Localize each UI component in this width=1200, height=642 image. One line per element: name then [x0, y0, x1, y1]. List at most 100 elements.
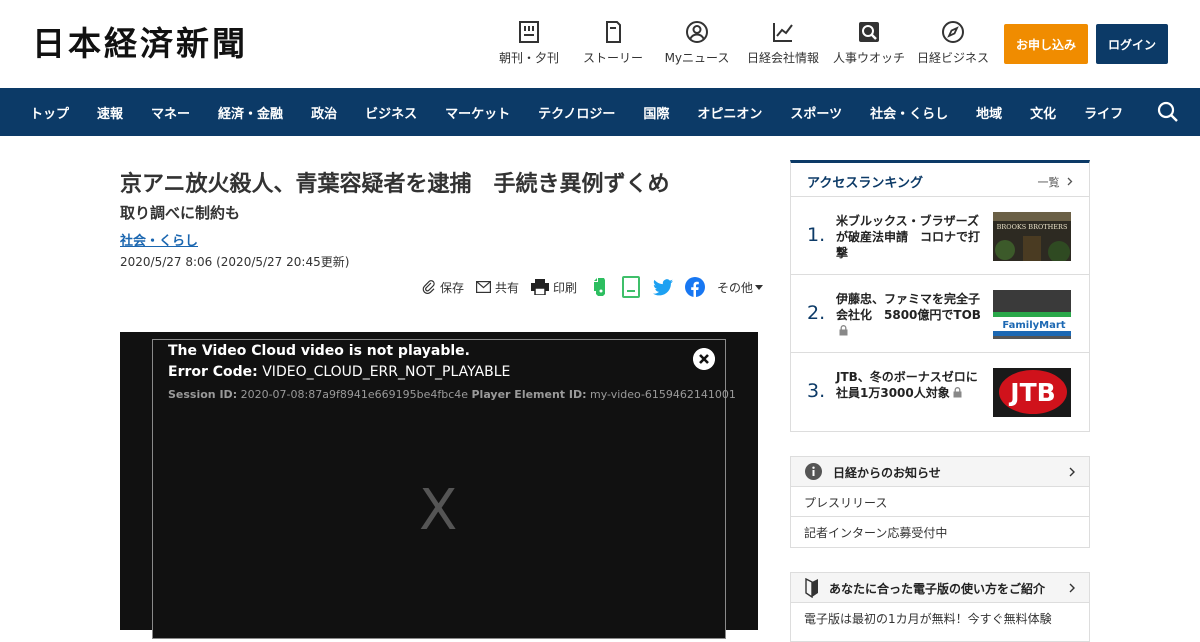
- article-category-link[interactable]: 社会・くらし: [120, 230, 198, 249]
- notice-intern[interactable]: 記者インターン応募受付中: [791, 517, 1089, 547]
- article-headline: 京アニ放火殺人、青葉容疑者を逮捕 手続き異例ずくめ: [120, 172, 670, 197]
- video-player[interactable]: The Video Cloud video is not playable. E…: [120, 332, 758, 639]
- close-icon[interactable]: [693, 348, 715, 370]
- article-subhead: 取り調べに制約も: [120, 204, 241, 222]
- evernote-button[interactable]: [589, 277, 609, 297]
- share-label: 共有: [495, 280, 520, 295]
- video-placeholder-x: X: [419, 478, 458, 543]
- mail-icon: [476, 281, 492, 293]
- newspaper-icon: [519, 21, 539, 43]
- session-id-value: 2020-07-08:87a9f8941e669195be4fbc4e: [237, 388, 472, 401]
- ranking-thumbnail-label: BROOKS BROTHERS: [997, 223, 1068, 231]
- ranking-item[interactable]: 3. JTB、冬のボーナスゼロに 社員1万3000人対象 JTB: [791, 353, 1089, 431]
- header-nav-personnel-watch[interactable]: 人事ウオッチ: [832, 20, 906, 66]
- chevron-right-icon: [1069, 583, 1075, 593]
- info-icon: [805, 463, 822, 480]
- global-nav-item[interactable]: マネー: [137, 103, 204, 122]
- player-id-label: Player Element ID:: [471, 388, 587, 401]
- global-nav: トップ 速報 マネー 経済・金融 政治 ビジネス マーケット テクノロジー 国際 オピニオン スポー…: [0, 88, 1200, 136]
- ranking-text-content: JTB、冬のボーナスゼロに 社員1万3000人対象: [836, 370, 990, 400]
- ranking-number: 1.: [807, 224, 826, 246]
- search-person-icon: [859, 22, 879, 42]
- chevron-right-icon: [1067, 177, 1073, 186]
- global-nav-list: トップ 速報 マネー 経済・金融 政治 ビジネス マーケット テクノロジー 国際 オピニオン スポー…: [0, 88, 1200, 136]
- header-nav-label: 朝刊・夕刊: [498, 51, 559, 65]
- header-nav-nikkei-business[interactable]: 日経ビジネス: [916, 20, 990, 66]
- header-nav: 朝刊・夕刊 ストーリー Myニュース 日経会社情報 人事ウオッチ 日経ビジネス: [492, 20, 1000, 66]
- header-nav-morning-evening[interactable]: 朝刊・夕刊: [492, 20, 566, 66]
- ranking-text: 米ブルックス・ブラザーズが破産法申請 コロナで打撃: [836, 214, 981, 260]
- more-label: その他: [717, 280, 754, 295]
- ranking-item[interactable]: 1. 米ブルックス・ブラザーズが破産法申請 コロナで打撃 BROOKS BROT…: [791, 197, 1089, 275]
- chevron-right-icon: [1069, 467, 1075, 477]
- nikkei-notices: 日経からのお知らせ プレスリリース 記者インターン応募受付中: [790, 456, 1090, 548]
- global-nav-item[interactable]: トップ: [16, 103, 83, 122]
- save-button[interactable]: 保存: [422, 279, 464, 296]
- notebook-button[interactable]: [621, 276, 641, 298]
- beginner-mark-icon: [805, 578, 818, 598]
- article-tools: 保存 共有 印刷 その他: [422, 276, 779, 298]
- ranking-header: アクセスランキング 一覧: [791, 163, 1089, 197]
- global-nav-item[interactable]: 社会・くらし: [856, 103, 962, 122]
- lock-icon: [839, 325, 848, 336]
- video-error-dialog: The Video Cloud video is not playable. E…: [152, 339, 736, 639]
- error-code-value: VIDEO_CLOUD_ERR_NOT_PLAYABLE: [257, 364, 511, 380]
- global-nav-item[interactable]: 文化: [1016, 103, 1070, 122]
- ranking-thumbnail: BROOKS BROTHERS: [993, 212, 1071, 261]
- ranking-text-content: 伊藤忠、ファミマを完全子会社化 5800億円でTOB: [836, 292, 981, 322]
- global-nav-item[interactable]: ビジネス: [351, 103, 431, 122]
- guide-header[interactable]: あなたに合った電子版の使い方をご紹介: [791, 573, 1089, 603]
- video-error-ids: Session ID: 2020-07-08:87a9f8941e669195b…: [168, 388, 736, 401]
- share-button[interactable]: 共有: [476, 279, 519, 296]
- printer-icon: [531, 279, 550, 295]
- print-button[interactable]: 印刷: [531, 279, 577, 296]
- print-label: 印刷: [553, 280, 578, 295]
- ranking-item[interactable]: 2. 伊藤忠、ファミマを完全子会社化 5800億円でTOB FamilyMart: [791, 275, 1089, 353]
- global-nav-item[interactable]: 速報: [83, 103, 137, 122]
- lock-icon: [953, 387, 962, 398]
- notices-header[interactable]: 日経からのお知らせ: [791, 457, 1089, 487]
- more-dropdown[interactable]: その他: [717, 279, 767, 296]
- twitter-icon: [653, 278, 674, 295]
- player-id-value: my-video-6159462141001: [586, 388, 736, 401]
- subscribe-button[interactable]: お申し込み: [1004, 24, 1088, 64]
- search-icon[interactable]: [1156, 100, 1180, 124]
- ranking-number: 3.: [807, 380, 826, 402]
- guide-title: あなたに合った電子版の使い方をご紹介: [829, 582, 1046, 596]
- ranking-thumbnail: FamilyMart: [993, 290, 1071, 339]
- site-logo[interactable]: 日本経済新聞: [32, 24, 248, 64]
- global-nav-item[interactable]: マーケット: [431, 103, 524, 122]
- notices-title: 日経からのお知らせ: [833, 466, 941, 480]
- header-nav-mynews[interactable]: Myニュース: [660, 20, 734, 66]
- twitter-button[interactable]: [653, 278, 674, 296]
- global-nav-item[interactable]: 地域: [962, 103, 1016, 122]
- ranking-text: JTB、冬のボーナスゼロに 社員1万3000人対象: [836, 369, 990, 401]
- ranking-more-link[interactable]: 一覧: [1038, 174, 1074, 190]
- notice-press-release[interactable]: プレスリリース: [791, 487, 1089, 517]
- login-button[interactable]: ログイン: [1096, 24, 1168, 64]
- ranking-thumbnail-label: JTB: [1008, 378, 1055, 407]
- global-nav-item[interactable]: スポーツ: [776, 103, 856, 122]
- evernote-icon: [594, 278, 606, 296]
- paperclip-icon: [422, 280, 435, 294]
- ranking-more-label: 一覧: [1037, 176, 1060, 189]
- video-error-code: Error Code: VIDEO_CLOUD_ERR_NOT_PLAYABLE: [168, 363, 510, 381]
- global-nav-item[interactable]: 経済・金融: [204, 103, 297, 122]
- access-ranking: アクセスランキング 一覧 1. 米ブルックス・ブラザーズが破産法申請 コロナで打…: [790, 160, 1090, 432]
- header-nav-label: 日経会社情報: [746, 51, 819, 65]
- header-nav-label: ストーリー: [582, 51, 643, 65]
- global-nav-item[interactable]: ライフ: [1070, 103, 1137, 122]
- global-nav-item[interactable]: オピニオン: [683, 103, 776, 122]
- header-nav-company-info[interactable]: 日経会社情報: [744, 20, 822, 66]
- ranking-text: 伊藤忠、ファミマを完全子会社化 5800億円でTOB: [836, 291, 986, 339]
- site-header: 日本経済新聞 朝刊・夕刊 ストーリー Myニュース 日経会社情報 人事ウオッチ …: [0, 0, 1200, 88]
- global-nav-item[interactable]: テクノロジー: [524, 103, 629, 122]
- global-nav-item[interactable]: 国際: [629, 103, 683, 122]
- global-nav-item[interactable]: 政治: [297, 103, 351, 122]
- header-nav-label: 人事ウオッチ: [832, 51, 905, 65]
- video-error-title: The Video Cloud video is not playable.: [168, 343, 470, 359]
- notebook-icon: [622, 276, 641, 298]
- header-nav-story[interactable]: ストーリー: [576, 20, 650, 66]
- facebook-button[interactable]: [685, 277, 706, 297]
- guide-free-trial[interactable]: 電子版は最初の1カ月が無料！今すぐ無料体験: [791, 603, 1089, 627]
